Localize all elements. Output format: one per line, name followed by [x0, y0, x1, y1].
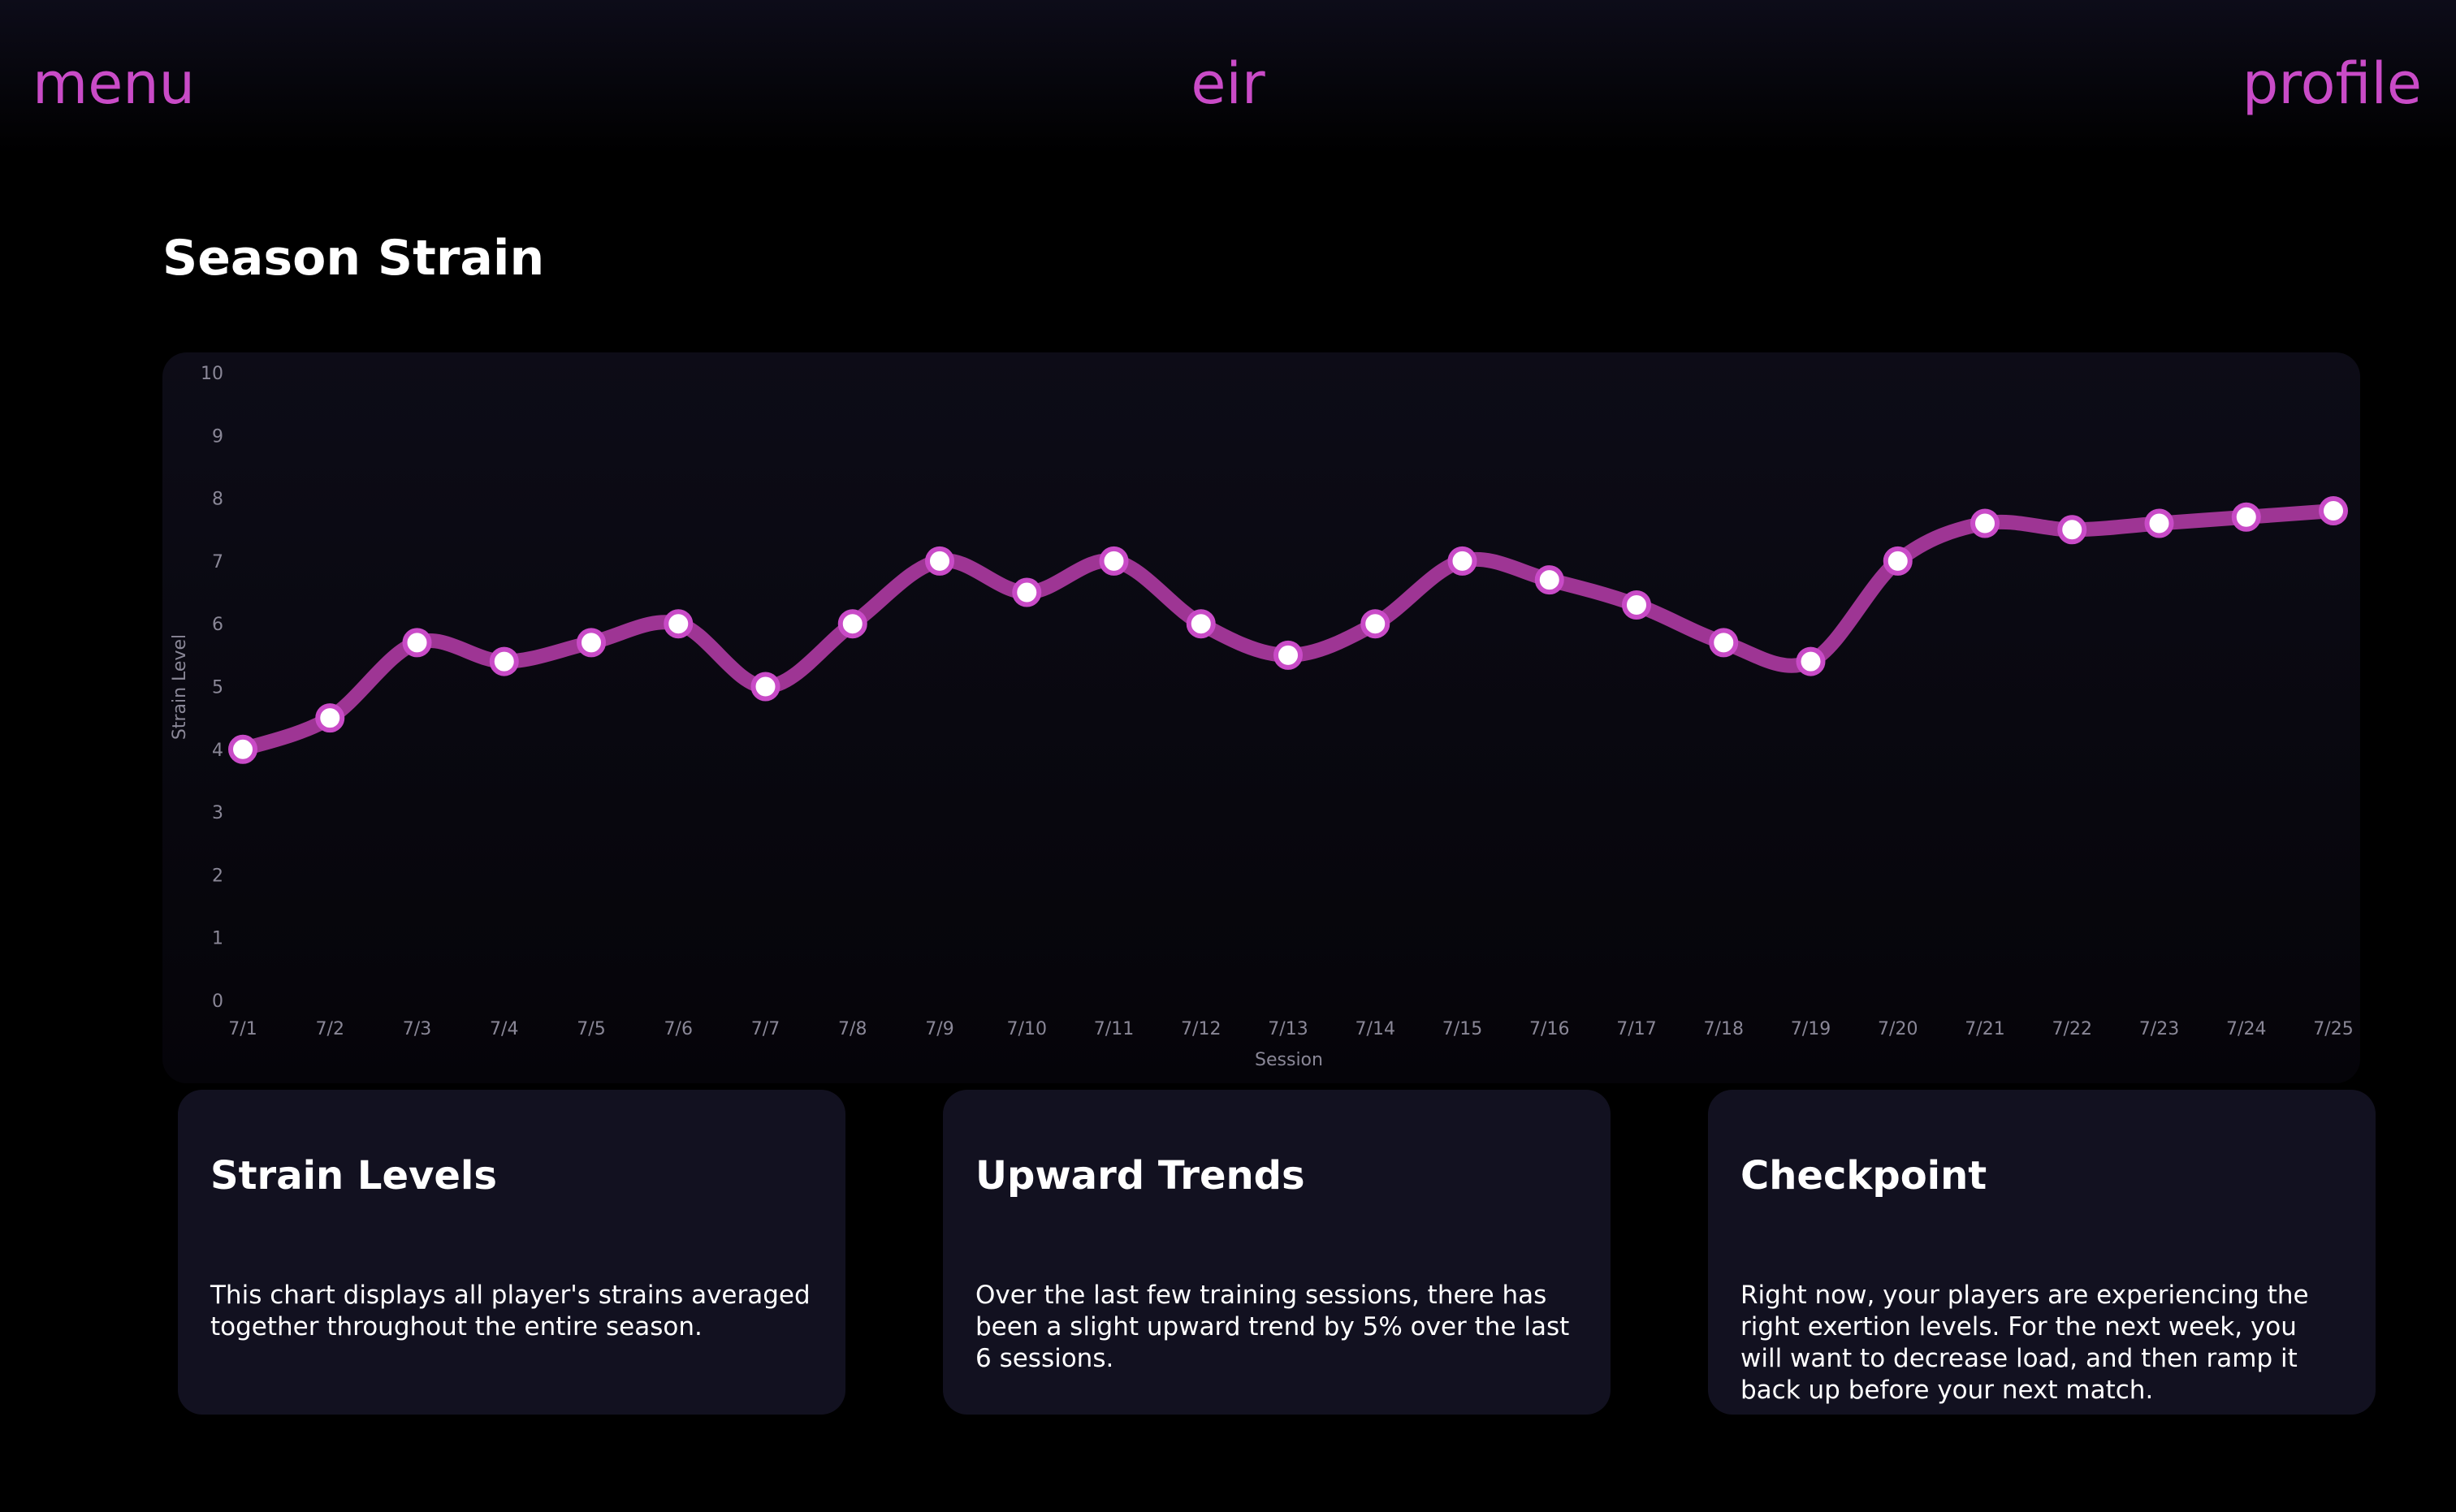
- x-tick-label: 7/21: [1965, 1019, 2004, 1039]
- card-body: Over the last few training sessions, the…: [975, 1281, 1570, 1373]
- upward-trends-card: Upward Trends Over the last few training…: [943, 1090, 1611, 1415]
- data-point: [1970, 508, 2000, 538]
- card-body: Right now, your players are experiencing…: [1740, 1281, 2309, 1405]
- x-tick-label: 7/6: [664, 1019, 693, 1039]
- card-title: Upward Trends: [975, 1153, 1305, 1199]
- x-tick-label: 7/9: [925, 1019, 953, 1039]
- data-point: [1099, 546, 1129, 576]
- brand-logo-text[interactable]: eir: [0, 47, 2456, 120]
- data-point: [2144, 508, 2174, 538]
- x-tick-label: 7/10: [1007, 1019, 1047, 1039]
- data-point: [402, 628, 432, 658]
- data-point: [1273, 640, 1303, 670]
- x-tick-label: 7/4: [490, 1019, 518, 1039]
- data-point: [1012, 577, 1042, 607]
- x-tick-label: 7/17: [1616, 1019, 1656, 1039]
- data-point: [750, 672, 780, 702]
- y-tick-label: 9: [212, 426, 223, 447]
- data-point: [664, 609, 694, 639]
- data-point: [1883, 546, 1913, 576]
- x-tick-label: 7/25: [2313, 1019, 2353, 1039]
- data-point: [1796, 646, 1826, 676]
- x-tick-label: 7/19: [1791, 1019, 1831, 1039]
- x-tick-label: 7/8: [838, 1019, 867, 1039]
- card-body: This chart displays all player's strains…: [210, 1281, 811, 1341]
- data-point: [1447, 546, 1477, 576]
- page-title: Season Strain: [162, 230, 545, 287]
- data-point: [489, 646, 519, 676]
- data-point: [315, 703, 345, 733]
- data-point: [2057, 515, 2087, 545]
- data-point: [2231, 502, 2261, 532]
- x-tick-label: 7/11: [1094, 1019, 1134, 1039]
- y-axis-title: Strain Level: [170, 634, 190, 740]
- x-tick-label: 7/3: [403, 1019, 431, 1039]
- x-tick-label: 7/24: [2226, 1019, 2266, 1039]
- data-point: [837, 609, 867, 639]
- y-tick-label: 7: [212, 552, 223, 572]
- data-point: [1186, 609, 1216, 639]
- data-point: [228, 734, 257, 764]
- y-tick-label: 0: [212, 991, 223, 1012]
- y-tick-label: 2: [212, 866, 223, 886]
- x-tick-label: 7/1: [228, 1019, 257, 1039]
- data-point: [577, 628, 606, 658]
- y-tick-label: 3: [212, 803, 223, 823]
- x-tick-label: 7/2: [316, 1019, 344, 1039]
- profile-link[interactable]: profile: [2242, 47, 2422, 120]
- y-tick-label: 4: [212, 741, 223, 761]
- data-point: [2319, 496, 2348, 526]
- x-axis-title: Session: [1255, 1050, 1323, 1070]
- x-tick-label: 7/16: [1529, 1019, 1569, 1039]
- x-tick-label: 7/13: [1268, 1019, 1308, 1039]
- strain-line-chart: 0 1 2 3 4 5 6 7 8 9 10 7/1 7/2 7/3 7/4 7/5 7/6 7/7 7/8 7/9 7…: [170, 364, 2354, 1070]
- x-tick-label: 7/20: [1878, 1019, 1918, 1039]
- x-tick-label: 7/15: [1442, 1019, 1482, 1039]
- y-tick-label: 6: [212, 615, 223, 635]
- x-tick-label: 7/5: [577, 1019, 605, 1039]
- y-tick-label: 1: [212, 929, 223, 949]
- y-tick-label: 8: [212, 490, 223, 510]
- data-point: [925, 546, 954, 576]
- y-tick-label: 5: [212, 678, 223, 698]
- data-point: [1709, 628, 1739, 658]
- data-point: [1622, 590, 1651, 620]
- strain-chart-panel: 0 1 2 3 4 5 6 7 8 9 10 7/1 7/2 7/3 7/4 7/5 7/6 7/7 7/8 7/9 7…: [162, 352, 2360, 1083]
- card-title: Strain Levels: [210, 1153, 497, 1199]
- x-tick-label: 7/7: [751, 1019, 780, 1039]
- x-tick-label: 7/18: [1704, 1019, 1744, 1039]
- checkpoint-card: Checkpoint Right now, your players are e…: [1708, 1090, 2376, 1415]
- x-tick-label: 7/23: [2139, 1019, 2179, 1039]
- data-point: [1360, 609, 1390, 639]
- strain-series-line: [236, 503, 2341, 757]
- card-title: Checkpoint: [1740, 1153, 1987, 1199]
- y-tick-label: 10: [201, 364, 223, 384]
- x-tick-label: 7/22: [2052, 1019, 2092, 1039]
- x-tick-label: 7/14: [1356, 1019, 1395, 1039]
- data-point: [1534, 565, 1564, 595]
- strain-levels-card: Strain Levels This chart displays all pl…: [178, 1090, 845, 1415]
- x-tick-label: 7/12: [1181, 1019, 1221, 1039]
- top-nav-bar: menu eir profile: [0, 0, 2456, 154]
